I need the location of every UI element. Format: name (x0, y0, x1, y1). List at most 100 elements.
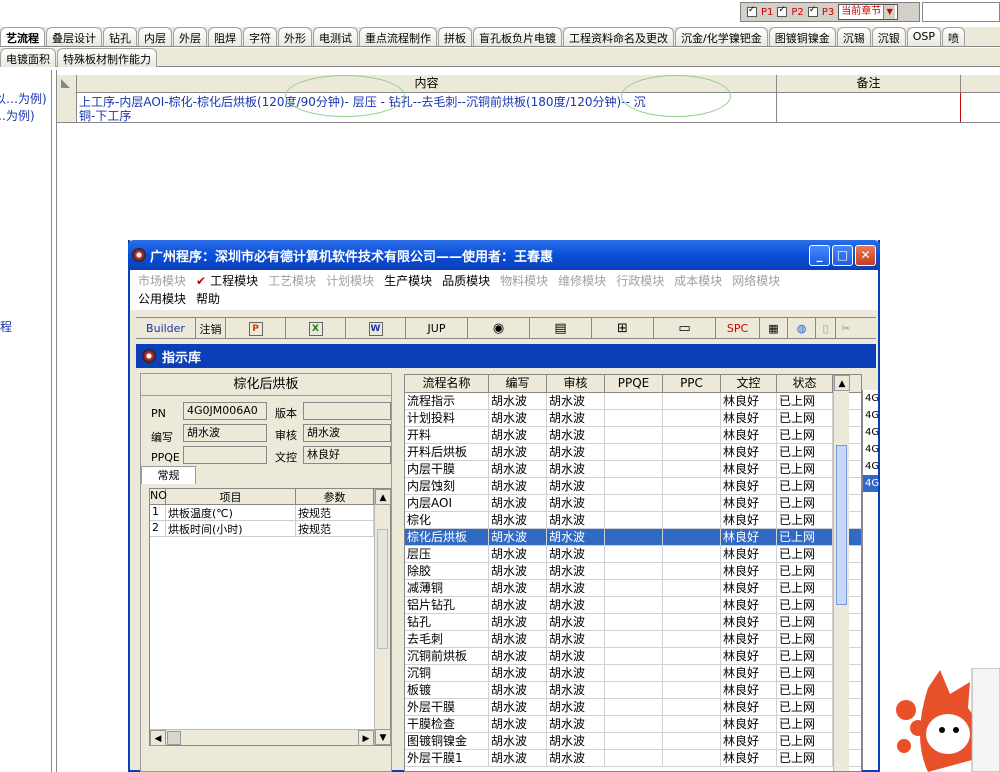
builder-button[interactable]: Builder (136, 318, 196, 339)
params-hscrollbar[interactable]: ◀ ▶ (150, 729, 374, 746)
param-col-item[interactable]: 项目 (166, 489, 296, 504)
logout-button[interactable]: 注销 (196, 318, 226, 339)
flow-row[interactable]: 板镀 胡水波 胡水波 林良好 已上网 (405, 682, 861, 699)
p2-checkbox[interactable] (777, 5, 788, 17)
search-input[interactable] (922, 2, 1000, 22)
col-ppc[interactable]: PPC (663, 375, 721, 392)
tab-sub-item[interactable]: 电镀面积 (0, 48, 56, 67)
menu-item[interactable]: 维修模块 (558, 274, 606, 288)
tab-main-item[interactable]: 工程资料命名及更改 (563, 27, 674, 46)
p3-checkbox[interactable] (807, 5, 818, 17)
menu-item[interactable]: 成本模块 (674, 274, 722, 288)
p1-checkbox[interactable] (747, 5, 757, 17)
param-row[interactable]: 1 烘板温度(℃) 按规范 (150, 505, 390, 521)
tab-main-item[interactable]: 阻焊 (208, 27, 242, 46)
menu-item[interactable]: 公用模块 (138, 292, 186, 306)
tab-main-item[interactable]: 图镀铜镍金 (768, 27, 836, 46)
version-field[interactable] (303, 402, 391, 420)
word-button[interactable]: W (346, 318, 406, 339)
tab-main-item[interactable]: OSP (906, 27, 941, 46)
flow-row[interactable]: 开料 胡水波 胡水波 林良好 已上网 (405, 427, 861, 444)
flow-row[interactable]: 内层AOI 胡水波 胡水波 林良好 已上网 (405, 495, 861, 512)
tab-main-item[interactable]: 喷 (942, 27, 965, 46)
scroll-thumb[interactable] (377, 529, 388, 649)
col-author[interactable]: 编写 (489, 375, 547, 392)
database-button[interactable]: ▤ (530, 318, 592, 339)
col-ppqe[interactable]: PPQE (605, 375, 663, 392)
right-edge-item[interactable]: 4G (863, 407, 879, 424)
right-edge-item[interactable]: 4G (863, 390, 879, 407)
scroll-down-icon[interactable]: ▼ (375, 729, 391, 745)
close-button[interactable]: ✕ (855, 244, 876, 266)
browser-button[interactable]: ◍ (788, 318, 816, 339)
note-cell[interactable] (777, 93, 961, 122)
flow-row[interactable]: 棕化后烘板 胡水波 胡水波 林良好 已上网 (405, 529, 861, 546)
flow-row[interactable]: 图镀铜镍金 胡水波 胡水波 林良好 已上网 (405, 733, 861, 750)
tab-main-item[interactable]: 沉银 (871, 27, 906, 46)
menu-item[interactable]: 网络模块 (732, 274, 780, 288)
flow-row[interactable]: 去毛刺 胡水波 胡水波 林良好 已上网 (405, 631, 861, 648)
col-note-header[interactable]: 备注 (777, 75, 961, 92)
flow-row[interactable]: 棕化 胡水波 胡水波 林良好 已上网 (405, 512, 861, 529)
left-nav-item[interactable]: 程 (0, 318, 51, 335)
menu-item[interactable]: 行政模块 (616, 274, 664, 288)
left-nav-item[interactable]: …为例) (0, 107, 51, 124)
flow-row[interactable]: 减薄铜 胡水波 胡水波 林良好 已上网 (405, 580, 861, 597)
tab-main-item[interactable]: 重点流程制作 (359, 27, 437, 46)
maximize-button[interactable]: □ (832, 244, 853, 266)
tab-main-item[interactable]: 钻孔 (103, 27, 137, 46)
tab-main-item[interactable]: 内层 (138, 27, 172, 46)
scroll-right-icon[interactable]: ▶ (358, 730, 374, 746)
scroll-up-icon[interactable]: ▲ (375, 489, 391, 505)
tab-main-item[interactable]: 沉锡 (836, 27, 871, 46)
scroll-thumb[interactable] (836, 445, 847, 605)
right-edge-item[interactable]: 4G (863, 458, 879, 475)
tab-main-item[interactable]: 艺流程 (0, 27, 45, 46)
monitor-button[interactable]: ▭ (654, 318, 716, 339)
tab-general[interactable]: 常规 (141, 466, 196, 484)
pn-field[interactable]: 4G0JM006A0 (183, 402, 267, 420)
params-scrollbar[interactable]: ▲ ▼ (374, 489, 391, 745)
flow-row[interactable]: 干膜检查 胡水波 胡水波 林良好 已上网 (405, 716, 861, 733)
excel-button[interactable]: X (286, 318, 346, 339)
scissors-button[interactable]: ✂ (836, 318, 856, 339)
eye-button[interactable]: ◉ (468, 318, 530, 339)
col-content-header[interactable]: 内容 (77, 75, 777, 92)
ppt-button[interactable]: P (226, 318, 286, 339)
right-edge-item[interactable]: 4G (863, 424, 879, 441)
flow-row[interactable]: 除胶 胡水波 胡水波 林良好 已上网 (405, 563, 861, 580)
chapter-select[interactable]: 当前章节 ▼ (838, 4, 899, 20)
left-nav-item[interactable]: 以…为例) (0, 90, 51, 107)
flow-row[interactable]: 外层干膜1 胡水波 胡水波 林良好 已上网 (405, 750, 861, 767)
doc-control-field[interactable]: 林良好 (303, 446, 391, 464)
menu-item[interactable]: 帮助 (196, 292, 220, 306)
param-row[interactable]: 2 烘板时间(小时) 按规范 (150, 521, 390, 537)
menu-item[interactable]: 物料模块 (500, 274, 548, 288)
author-field[interactable]: 胡水波 (183, 424, 267, 442)
table-row[interactable]: 上工序-内层AOI-棕化-棕化后烘板(120度/90分钟)- 层压 - 钻孔--… (57, 75, 1000, 123)
tab-main-item[interactable]: 字符 (243, 27, 277, 46)
flow-row[interactable]: 流程指示 胡水波 胡水波 林良好 已上网 (405, 393, 861, 410)
flow-row[interactable]: 开料后烘板 胡水波 胡水波 林良好 已上网 (405, 444, 861, 461)
tab-sub-item[interactable]: 特殊板材制作能力 (57, 48, 157, 67)
flow-list-scrollbar[interactable]: ▲ (833, 375, 850, 771)
document-button[interactable]: ▯ (816, 318, 836, 339)
hscroll-thumb[interactable] (167, 731, 181, 745)
flow-row[interactable]: 钻孔 胡水波 胡水波 林良好 已上网 (405, 614, 861, 631)
col-status[interactable]: 状态 (777, 375, 833, 392)
flow-row[interactable]: 外层干膜 胡水波 胡水波 林良好 已上网 (405, 699, 861, 716)
grid-corner[interactable] (57, 75, 77, 93)
tab-main-item[interactable]: 电测试 (313, 27, 358, 46)
menu-item[interactable]: 品质模块 (442, 274, 490, 288)
scroll-left-icon[interactable]: ◀ (150, 730, 166, 746)
ppqe-field[interactable] (183, 446, 267, 464)
calendar-button[interactable]: ▦ (760, 318, 788, 339)
menu-item[interactable]: 生产模块 (384, 274, 432, 288)
flow-row[interactable]: 沉铜前烘板 胡水波 胡水波 林良好 已上网 (405, 648, 861, 665)
minimize-button[interactable]: _ (809, 244, 830, 266)
tab-main-item[interactable]: 外形 (278, 27, 312, 46)
menu-item[interactable]: 工程模块 (210, 274, 258, 288)
menu-item[interactable]: 工艺模块 (268, 274, 316, 288)
flow-row[interactable]: 层压 胡水波 胡水波 林良好 已上网 (405, 546, 861, 563)
param-col-no[interactable]: NO (150, 489, 167, 504)
